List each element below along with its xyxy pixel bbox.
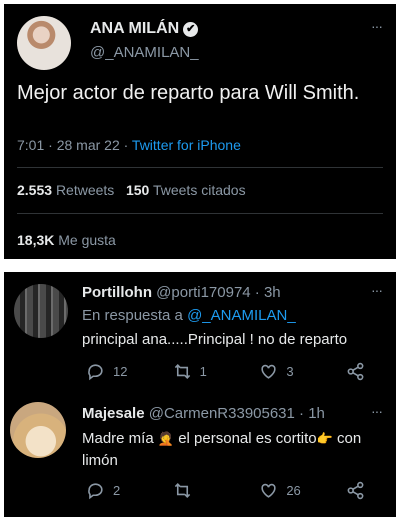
reply-actions: 2 26 [86, 478, 366, 502]
likes-stats: 18,3K Me gusta [17, 232, 116, 248]
reply-to-link[interactable]: @_ANAMILAN_ [187, 307, 296, 324]
reply-context: En respuesta a @_ANAMILAN_ [82, 307, 296, 324]
retweet-button[interactable]: 1 [173, 362, 223, 381]
reply-name[interactable]: Portillohn [82, 284, 152, 301]
reply-icon [88, 363, 103, 380]
retweet-label[interactable]: Retweets [56, 182, 114, 198]
like-count: 3 [286, 363, 294, 379]
like-button[interactable]: 3 [259, 362, 309, 381]
like-button[interactable]: 26 [259, 481, 309, 500]
more-icon[interactable]: ··· [371, 18, 383, 34]
quote-count[interactable]: 150 [126, 182, 149, 198]
share-icon [347, 362, 364, 380]
reply-text-b: el personal es cortito [174, 430, 317, 447]
share-button[interactable] [346, 362, 366, 381]
reply-actions: 12 1 3 [86, 359, 366, 383]
replies: Portillohn @porti170974 · 3h ··· En resp… [4, 272, 396, 517]
tweet-text: Mejor actor de reparto para Will Smith. [17, 82, 360, 104]
reply-text: principal ana.....Principal ! no de repa… [82, 331, 348, 348]
verified-icon: ✔ [183, 22, 199, 37]
reply-header: Portillohn @porti170974 · 3h [82, 284, 281, 301]
avatar[interactable] [14, 284, 68, 338]
retweet-icon [174, 363, 190, 379]
quote-label[interactable]: Tweets citados [153, 182, 246, 198]
main-tweet: ANA MILÁN ✔ @_ANAMILAN_ ··· Mejor actor d… [4, 4, 396, 259]
reply-button[interactable]: 2 [86, 481, 136, 500]
reply-handle[interactable]: @porti170974 · 3h [156, 284, 280, 301]
reply-header: Majesale @CarmenR33905631 · 1h [82, 405, 325, 422]
like-label[interactable]: Me gusta [58, 232, 116, 248]
divider [17, 167, 383, 168]
reply-count: 12 [113, 363, 128, 379]
reply-prefix: En respuesta a [82, 307, 188, 324]
retweet-count[interactable]: 2.553 [17, 182, 52, 198]
avatar[interactable] [10, 402, 66, 458]
facepalm-emoji: 🤦 [157, 431, 175, 446]
like-icon [261, 364, 276, 379]
retweet-count: 1 [199, 363, 207, 379]
like-count: 26 [286, 482, 301, 498]
retweet-quote-stats: 2.553 Retweets 150 Tweets citados [17, 182, 246, 198]
retweet-button[interactable] [173, 481, 223, 500]
display-name[interactable]: ANA MILÁN ✔ [90, 20, 199, 38]
reply-handle[interactable]: @CarmenR33905631 · 1h [149, 405, 325, 422]
reply-button[interactable]: 12 [86, 362, 136, 381]
share-icon [347, 481, 364, 499]
pointing-hand-emoji: 👉 [316, 431, 333, 446]
like-icon [261, 483, 276, 498]
timestamp[interactable]: 7:01 · 28 mar 22 · [17, 137, 132, 153]
user-handle[interactable]: @_ANAMILAN_ [90, 44, 199, 61]
reply-text-a: Madre mía [82, 430, 158, 447]
share-button[interactable] [346, 481, 366, 500]
more-icon[interactable]: ··· [371, 403, 383, 419]
display-name-text[interactable]: ANA MILÁN [90, 20, 179, 37]
reply-name[interactable]: Majesale [82, 405, 145, 422]
reply-count: 2 [113, 482, 121, 498]
avatar[interactable] [17, 16, 71, 70]
divider [17, 213, 383, 214]
like-count[interactable]: 18,3K [17, 232, 54, 248]
reply-text: Madre mía 🤦 el personal es cortito👉 con … [82, 428, 382, 472]
tweet-meta: 7:01 · 28 mar 22 · Twitter for iPhone [17, 137, 241, 153]
more-icon[interactable]: ··· [371, 282, 383, 298]
tweet-source[interactable]: Twitter for iPhone [132, 137, 241, 153]
retweet-icon [174, 482, 190, 498]
reply-icon [88, 482, 103, 499]
